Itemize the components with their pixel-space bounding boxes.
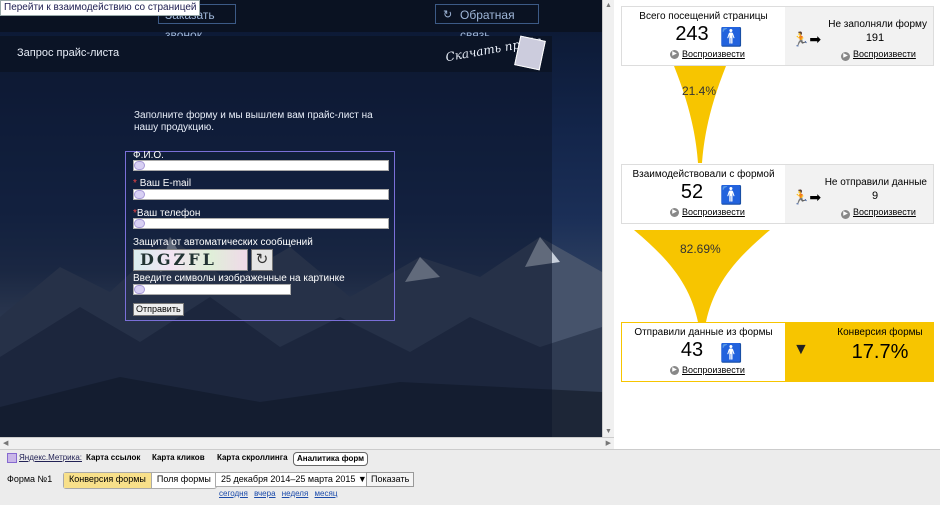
captcha-image: DGZFL <box>133 249 248 271</box>
required-mark: * <box>133 178 137 189</box>
quick-yesterday[interactable]: вчера <box>254 489 275 498</box>
quick-today[interactable]: сегодня <box>219 489 248 498</box>
play-label: Воспроизвести <box>682 365 745 375</box>
play-label: Воспроизвести <box>682 207 745 217</box>
not-filled-section: Не заполняли форму 🏃➡ 191 ▶ Воспроизвести <box>785 7 933 65</box>
play-label: Воспроизвести <box>853 49 916 59</box>
show-button[interactable]: Показать <box>366 472 415 487</box>
funnel-shape-2 <box>634 230 770 322</box>
metrika-toolbar: Яндекс.Метрика: Карта ссылок Карта клико… <box>0 449 940 505</box>
email-label-text: Ваш E-mail <box>139 178 192 189</box>
person-icon: 🚹 <box>720 343 743 363</box>
conversion-value: 17.7% <box>851 341 909 363</box>
not-filled-play-link[interactable]: ▶ Воспроизвести <box>841 49 916 61</box>
quick-date-links: сегодня вчера неделя месяц <box>219 489 341 498</box>
email-field[interactable] <box>133 189 389 200</box>
not-sent-section: Не отправили данные 🏃➡ 9 ▶ Воспроизвести <box>785 165 933 223</box>
play-icon: ▶ <box>670 208 679 218</box>
view-mode-switch: Конверсия формы Поля формы <box>63 472 217 489</box>
page-title: Запрос прайс-листа <box>17 47 120 59</box>
tab-form-analytics[interactable]: Аналитика форм <box>293 452 369 466</box>
scroll-up-icon[interactable]: ▲ <box>605 2 612 9</box>
scroll-right-icon[interactable]: ▶ <box>606 439 611 447</box>
interacted-section: Взаимодействовали с формой 52 🚹 ▶ Воспрои… <box>622 165 785 223</box>
field-dot-icon <box>134 161 145 170</box>
tab-form-fields[interactable]: Поля формы <box>152 473 216 488</box>
sent-title: Отправили данные из формы <box>634 327 773 338</box>
captcha-label: Защита от автоматических сообщений <box>133 237 313 248</box>
play-icon: ▶ <box>670 50 679 60</box>
play-icon: ▶ <box>670 366 679 376</box>
visits-box: Всего посещений страницы 243 🚹 ▶ Воспроиз… <box>621 6 934 66</box>
price-request-form: Ф.И.О. * Ваш E-mail *Ваш телефон Защита … <box>125 150 395 321</box>
tab-form-conversion[interactable]: Конверсия формы <box>64 473 152 488</box>
runner-arrow-icon: 🏃➡ <box>792 189 822 205</box>
not-filled-value: 191 <box>865 32 885 44</box>
form-analytics-panel: Всего посещений страницы 243 🚹 ▶ Воспроиз… <box>614 0 940 449</box>
person-icon: 🚹 <box>720 27 743 47</box>
play-icon: ▶ <box>841 52 850 61</box>
captcha-refresh-button[interactable]: ↻ <box>251 249 273 271</box>
field-dot-icon <box>134 190 145 199</box>
metrika-logo-icon <box>7 452 17 463</box>
phone-field[interactable] <box>133 218 389 229</box>
person-icon: 🚹 <box>720 185 743 205</box>
submit-button[interactable]: Отправить <box>133 303 184 316</box>
funnel-filter-icon: ▼ <box>793 341 809 358</box>
quick-week[interactable]: неделя <box>282 489 309 498</box>
email-label: * Ваш E-mail <box>133 178 191 189</box>
metrika-label: Яндекс.Метрика: <box>19 453 82 462</box>
interacted-title: Взаимодействовали с формой <box>632 169 775 180</box>
interacted-box: Взаимодействовали с формой 52 🚹 ▶ Воспрои… <box>621 164 934 224</box>
play-icon: ▶ <box>841 210 850 219</box>
scroll-left-icon[interactable]: ◀ <box>3 439 8 447</box>
not-sent-play-link[interactable]: ▶ Воспроизвести <box>841 207 916 219</box>
site-preview[interactable]: Заказать звонок Обратная связь ↻ Перейти… <box>0 0 602 437</box>
field-dot-icon <box>134 219 145 228</box>
captcha-hint: Введите символы изображенные на картинке <box>133 273 345 284</box>
conversion-section: ▼ Конверсия формы 17.7% <box>785 323 933 381</box>
form-intro: Заполните форму и мы вышлем вам прайс-ли… <box>134 110 373 133</box>
captcha-field[interactable] <box>133 284 291 295</box>
visits-title: Всего посещений страницы <box>639 11 768 22</box>
conversion-rate-1: 21.4% <box>682 84 717 98</box>
name-field[interactable] <box>133 160 389 171</box>
tab-click-map[interactable]: Карта кликов <box>152 452 205 464</box>
scroll-down-icon[interactable]: ▼ <box>605 428 612 435</box>
refresh-icon: ↻ <box>443 9 453 21</box>
quick-month[interactable]: месяц <box>315 489 338 498</box>
play-label: Воспроизвести <box>682 49 745 59</box>
not-sent-value: 9 <box>871 190 879 202</box>
funnel-shape-1 <box>674 66 726 163</box>
visits-section: Всего посещений страницы 243 🚹 ▶ Воспроиз… <box>622 7 785 65</box>
play-label: Воспроизвести <box>853 207 916 217</box>
not-filled-title: Не заполняли форму <box>828 19 927 30</box>
tab-scroll-map[interactable]: Карта скроллинга <box>217 452 288 464</box>
sent-play-link[interactable]: ▶ Воспроизвести <box>670 365 745 376</box>
conversion-title: Конверсия формы <box>837 327 923 338</box>
field-dot-icon <box>134 285 145 294</box>
not-sent-title: Не отправили данные <box>824 177 927 188</box>
yandex-metrika-link[interactable]: Яндекс.Метрика: <box>7 452 82 464</box>
interacted-play-link[interactable]: ▶ Воспроизвести <box>670 207 745 218</box>
form-name-label: Форма №1 <box>7 474 53 484</box>
date-range-select[interactable]: 25 декабря 2014–25 марта 2015 ▼ <box>215 472 373 487</box>
conversion-rate-2: 82.69% <box>680 242 721 256</box>
sent-section: Отправили данные из формы 43 🚹 ▶ Воспроиз… <box>622 323 785 381</box>
runner-arrow-icon: 🏃➡ <box>792 31 822 47</box>
vertical-scrollbar[interactable]: ▲ ▼ <box>602 0 614 437</box>
sent-box: Отправили данные из формы 43 🚹 ▶ Воспроиз… <box>621 322 934 382</box>
horizontal-scrollbar[interactable]: ◀ ▶ <box>0 437 614 449</box>
interaction-link[interactable]: Перейти к взаимодействию со страницей <box>0 0 201 16</box>
tab-link-map[interactable]: Карта ссылок <box>86 452 140 464</box>
visits-play-link[interactable]: ▶ Воспроизвести <box>670 49 745 60</box>
